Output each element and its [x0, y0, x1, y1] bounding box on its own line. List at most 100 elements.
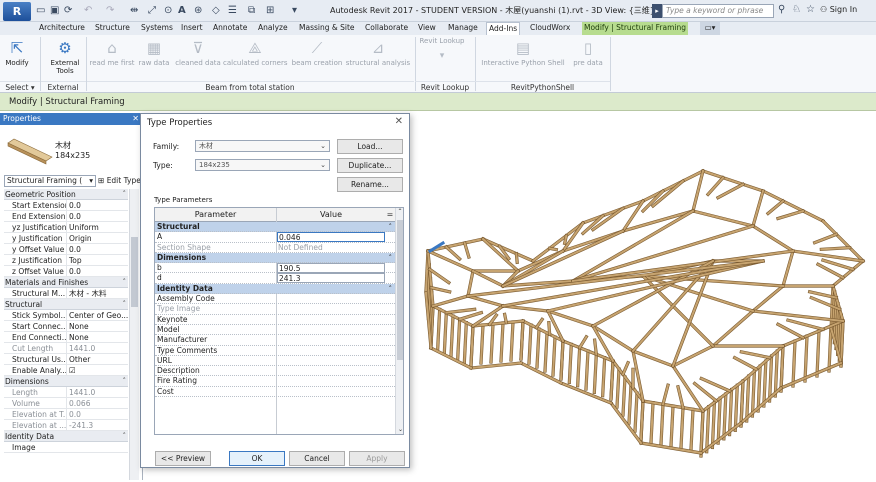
timber-beam[interactable]	[471, 269, 505, 288]
sign-in-link[interactable]: ⚇ Sign In	[820, 5, 857, 14]
close-hidden-icon[interactable]: ⧉	[248, 3, 255, 19]
revit-logo-button[interactable]: R	[3, 2, 31, 21]
timber-beam[interactable]	[779, 361, 843, 390]
undo-icon[interactable]: ↶	[84, 3, 92, 19]
timber-beam[interactable]	[458, 311, 483, 321]
property-row[interactable]: Structural M... 木材 - 木料	[4, 288, 128, 299]
raw-data-button[interactable]: ▦ raw data	[137, 37, 171, 79]
column-sort-icon[interactable]: =	[385, 208, 395, 222]
redo-icon[interactable]: ↷	[106, 3, 114, 19]
timber-beam[interactable]	[776, 209, 805, 220]
collapse-group-icon[interactable]: ˄	[123, 277, 127, 287]
timber-beam[interactable]	[733, 356, 758, 371]
property-row[interactable]: y Offset Value 0.0	[4, 244, 128, 255]
search-input[interactable]: Type a keyword or phrase	[662, 4, 774, 18]
timber-beam[interactable]	[751, 284, 785, 313]
timber-beam[interactable]	[481, 237, 520, 273]
timber-beam[interactable]	[501, 304, 550, 313]
timber-beam[interactable]	[641, 169, 705, 203]
property-row[interactable]: yz Justification Uniform	[4, 222, 128, 233]
property-row[interactable]: Structural Us... Other	[4, 354, 128, 365]
tab-manage[interactable]: Manage	[446, 22, 480, 35]
timber-beam[interactable]	[706, 176, 725, 196]
sync-icon[interactable]: ⟳	[64, 3, 72, 19]
cleaned-data-button[interactable]: ⊽ cleaned data	[173, 37, 223, 79]
cancel-button[interactable]: Cancel	[289, 451, 345, 466]
parameter-value[interactable]: 0.046	[277, 232, 385, 243]
tab-view[interactable]: View	[416, 22, 438, 35]
apply-button[interactable]: Apply	[349, 451, 405, 466]
timber-beam[interactable]	[761, 189, 825, 223]
timber-beam[interactable]	[466, 269, 475, 298]
property-group-header[interactable]: Dimensions ˄	[4, 376, 128, 387]
aligned-dimension-icon[interactable]: ⤢	[148, 3, 156, 19]
pre-data-button[interactable]: ▯ pre data	[570, 37, 606, 79]
close-icon[interactable]: ✕	[132, 113, 139, 125]
timber-beam[interactable]	[631, 349, 675, 368]
timber-beam[interactable]	[426, 249, 475, 273]
subscription-icon[interactable]: ♘	[792, 4, 801, 15]
modify-button[interactable]: ⇱ Modify	[4, 37, 30, 79]
property-value[interactable]: Center of Geo...	[66, 310, 128, 320]
parameter-row[interactable]: d 241.3	[155, 273, 395, 284]
collapse-group-icon[interactable]: ˄	[123, 431, 127, 441]
calculated-corners-button[interactable]: ⟁ calculated corners	[223, 37, 287, 79]
property-row[interactable]: Enable Analy... ☑	[4, 365, 128, 376]
scrollbar-thumb[interactable]	[131, 237, 138, 307]
property-value[interactable]: 0.0	[66, 211, 128, 221]
3d-view-icon[interactable]: ⊛	[194, 3, 202, 19]
property-row[interactable]: Volume 0.066	[4, 398, 128, 409]
panel-label-select[interactable]: Select ▾	[0, 81, 40, 92]
collapse-group-icon[interactable]: ˄	[389, 284, 393, 294]
timber-beam[interactable]	[776, 322, 805, 340]
property-group-header[interactable]: Structural ˄	[4, 299, 128, 310]
parameter-group-header[interactable]: Structural ˄	[155, 222, 395, 233]
parameter-row[interactable]: b 190.5	[155, 263, 395, 274]
timber-beam[interactable]	[676, 385, 685, 409]
tag-icon[interactable]: ⊙	[164, 3, 172, 19]
property-row[interactable]: Length 1441.0	[4, 387, 128, 398]
parameter-row[interactable]: Section Shape Not Defined	[155, 243, 395, 253]
timber-beam[interactable]	[534, 317, 544, 330]
parameter-row[interactable]: Model	[155, 325, 395, 336]
property-row[interactable]: End Connecti... None	[4, 332, 128, 343]
timber-beam[interactable]	[621, 361, 630, 376]
collapse-group-icon[interactable]: ˄	[389, 222, 393, 232]
timber-beam[interactable]	[515, 252, 519, 264]
revit-lookup-button[interactable]: Revit Lookup ▾	[417, 37, 467, 79]
search-expand-icon[interactable]: ▸	[652, 4, 662, 18]
tab-analyze[interactable]: Analyze	[256, 22, 290, 35]
tab-annotate[interactable]: Annotate	[211, 22, 249, 35]
beam-creation-button[interactable]: ⟋ beam creation	[289, 37, 345, 79]
grid-scrollbar[interactable]: ⌃ ⌄	[395, 208, 403, 434]
parameter-row[interactable]: Cost	[155, 387, 395, 398]
tab-systems[interactable]: Systems	[139, 22, 175, 35]
property-value[interactable]: 1441.0	[66, 343, 128, 353]
property-group-header[interactable]: Materials and Finishes ˄	[4, 277, 128, 288]
property-group-header[interactable]: Identity Data ˄	[4, 431, 128, 442]
tab-add-ins[interactable]: Add-Ins	[486, 22, 521, 36]
property-row[interactable]: Start Connec... None	[4, 321, 128, 332]
property-value[interactable]: 1441.0	[66, 387, 128, 397]
property-row[interactable]: Cut Length 1441.0	[4, 343, 128, 354]
section-icon[interactable]: ◇	[212, 3, 220, 19]
tab-collaborate[interactable]: Collaborate	[363, 22, 410, 35]
timber-beam[interactable]	[548, 247, 558, 251]
column-header-value[interactable]: Value	[277, 208, 385, 222]
family-dropdown[interactable]: 木材 ⌄	[195, 140, 330, 152]
timber-beam[interactable]	[428, 267, 451, 285]
timber-beam[interactable]	[578, 335, 588, 350]
parameter-group-header[interactable]: Dimensions ˄	[155, 252, 395, 264]
parameter-group-header[interactable]: Identity Data ˄	[155, 283, 395, 295]
property-value[interactable]: 0.0	[66, 266, 128, 276]
text-icon[interactable]: A	[178, 3, 186, 19]
measure-icon[interactable]: ⇹	[130, 3, 138, 19]
timber-beam[interactable]	[431, 294, 470, 308]
property-value[interactable]: Other	[66, 354, 128, 364]
tab-architecture[interactable]: Architecture	[37, 22, 87, 35]
parameter-row[interactable]: Type Comments	[155, 346, 395, 356]
timber-beam[interactable]	[716, 182, 745, 200]
external-tools-button[interactable]: ⚙ External Tools	[48, 37, 82, 79]
scrollbar-thumb[interactable]	[397, 220, 403, 360]
instance-filter-dropdown[interactable]: Structural Framing ( ▾	[4, 175, 96, 187]
